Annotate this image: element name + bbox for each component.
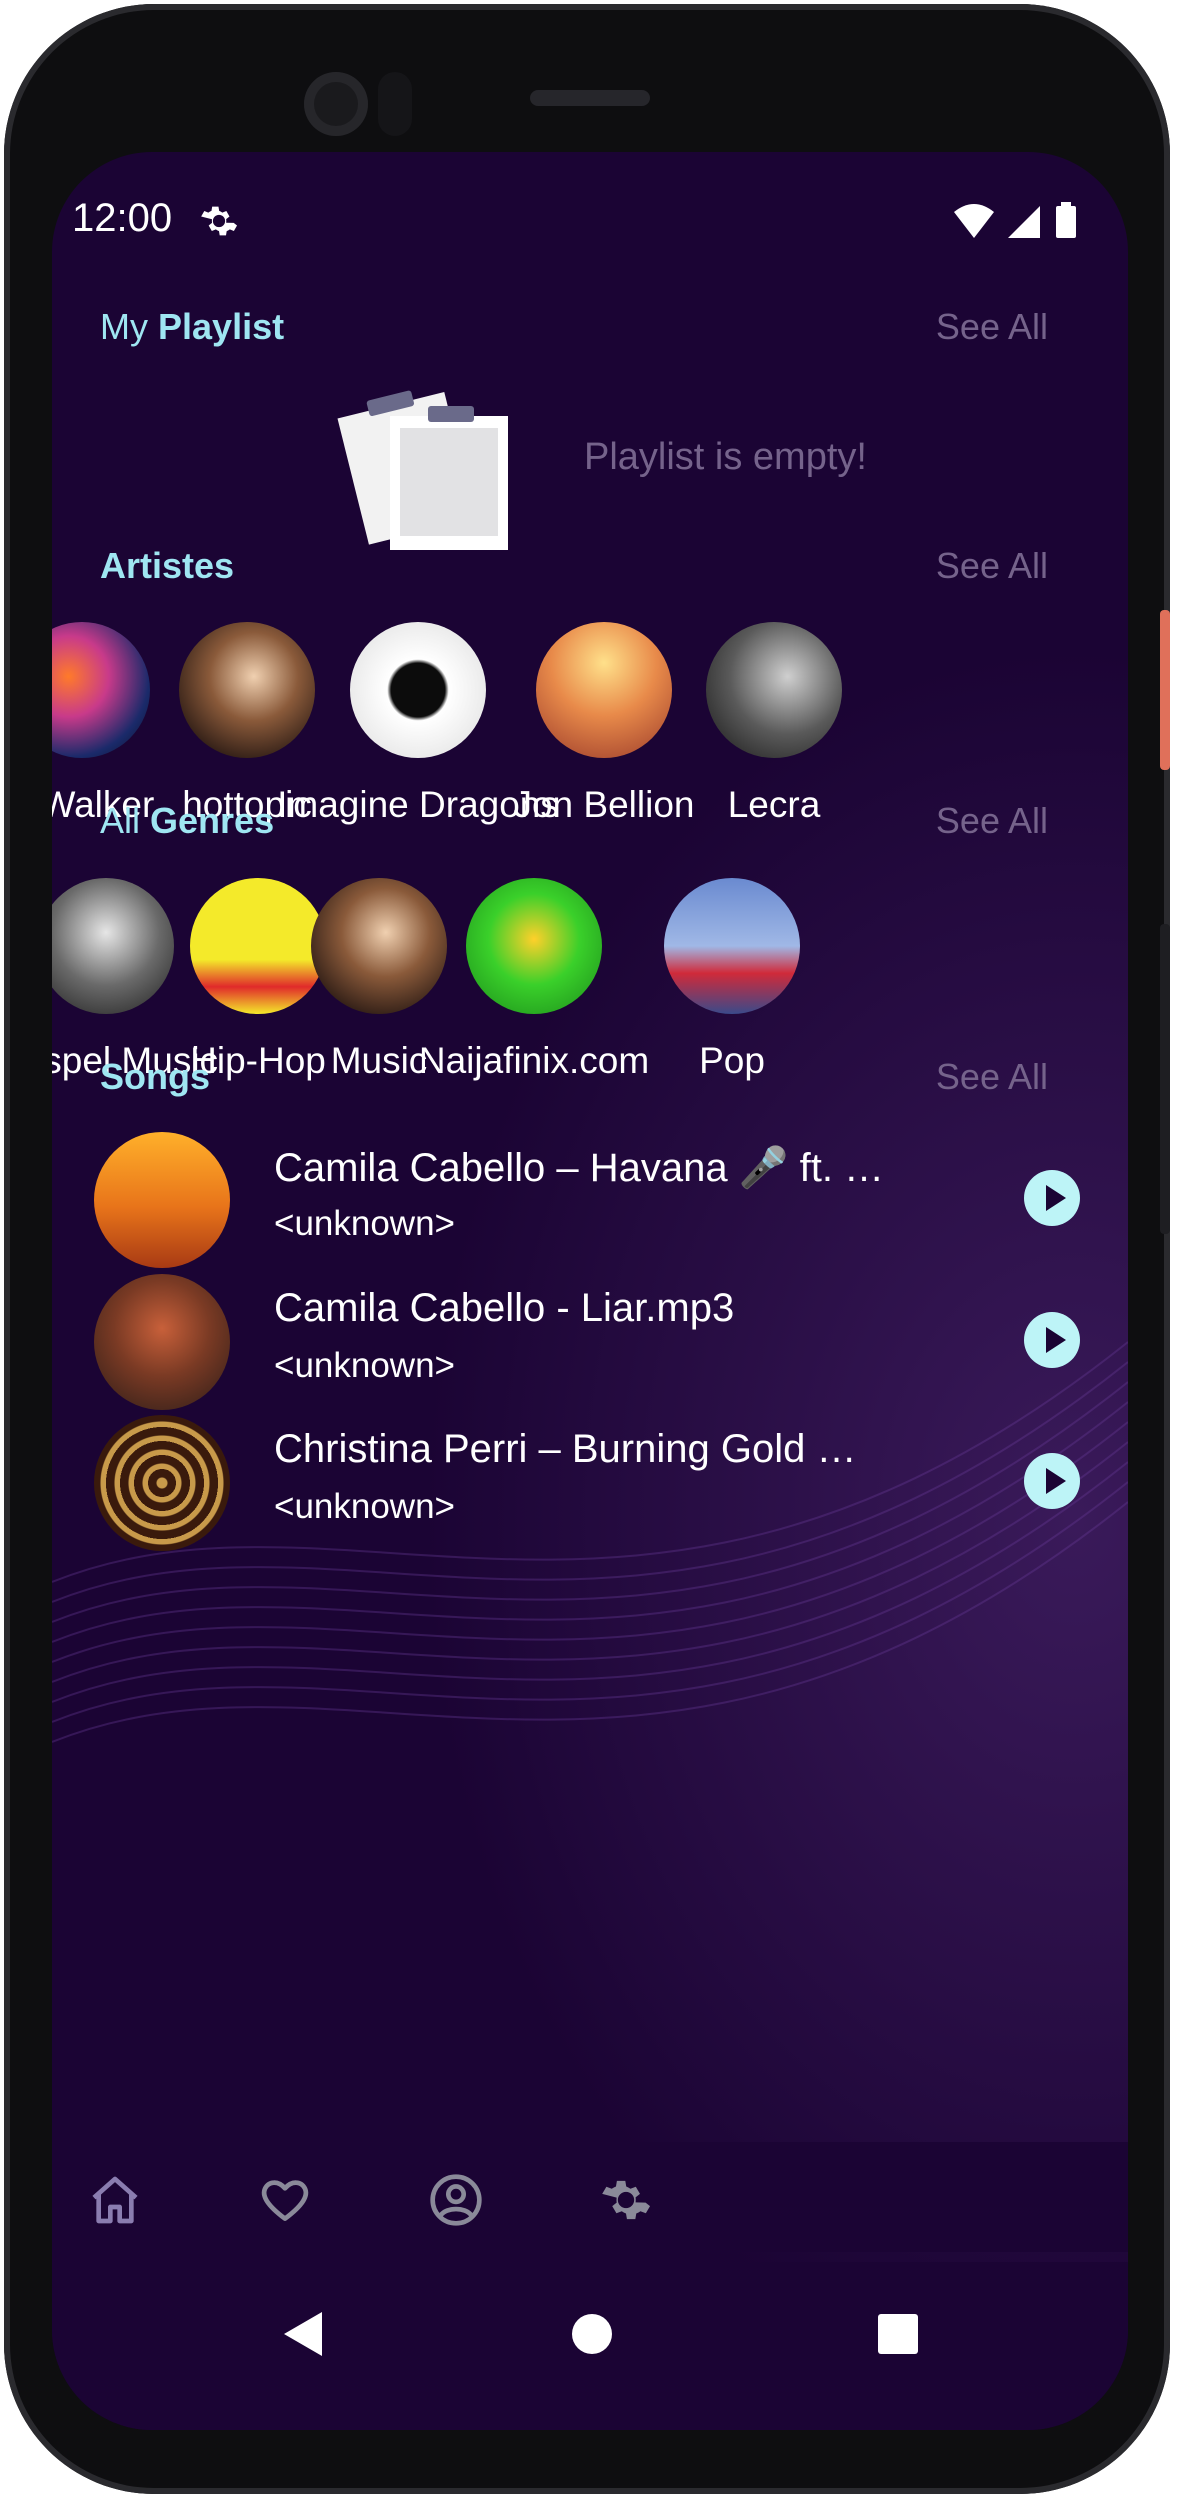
song-title: Christina Perri – Burning Gold … (274, 1427, 857, 1471)
artist-label: Lecra (727, 784, 821, 825)
song-title: Camila Cabello – Havana 🎤 ft. … (274, 1146, 885, 1190)
song-artist: <unknown> (274, 1346, 455, 1385)
app-screen: 12:00 My Playlist See All Playlist is em… (52, 152, 1128, 2430)
system-navigation-bar (52, 2262, 1128, 2430)
status-time: 12:00 (72, 196, 173, 240)
home-icon[interactable] (87, 2172, 143, 2228)
song-artwork (94, 1132, 230, 1268)
playlist-section-title: My Playlist (100, 306, 284, 348)
empty-playlist-icon (337, 390, 508, 550)
song-artwork (94, 1415, 230, 1551)
playlist-title-prefix: My (100, 306, 148, 347)
genre-label: Pop (699, 1040, 765, 1081)
volume-button (1160, 924, 1170, 1234)
settings-icon[interactable] (598, 2172, 654, 2228)
home-circle-icon[interactable] (572, 2314, 612, 2354)
power-button (1160, 610, 1170, 770)
status-settings-icon (201, 206, 238, 236)
songs-section-title: Songs (100, 1056, 211, 1097)
heart-icon[interactable] (257, 2172, 313, 2228)
genres-section-title: All Genres (100, 800, 274, 842)
playlist-empty-text: Playlist is empty! (584, 436, 867, 478)
earpiece-speaker (530, 90, 650, 106)
playlist-title-bold: Playlist (158, 306, 285, 347)
song-row[interactable]: Christina Perri – Burning Gold … <unknow… (52, 1403, 1128, 1583)
artists-section-title: Artistes (100, 545, 235, 586)
signal-icon (1008, 206, 1040, 238)
genres-see-all-link[interactable]: See All (936, 800, 1048, 842)
profile-icon[interactable] (428, 2172, 484, 2228)
genre-avatar (664, 878, 800, 1014)
back-icon[interactable] (284, 2312, 322, 2356)
wifi-icon (954, 204, 994, 238)
bottom-navigation (52, 2142, 1128, 2252)
genres-title-prefix: All (100, 800, 141, 841)
recents-icon[interactable] (878, 2314, 918, 2354)
artists-see-all-link[interactable]: See All (936, 545, 1048, 587)
front-camera (304, 72, 368, 136)
artist-avatar (706, 622, 842, 758)
songs-see-all-link[interactable]: See All (936, 1056, 1048, 1098)
proximity-sensor (378, 72, 412, 136)
phone-frame: 12:00 My Playlist See All Playlist is em… (4, 4, 1170, 2494)
playlist-see-all-link[interactable]: See All (936, 306, 1048, 348)
play-button[interactable] (1024, 1170, 1080, 1226)
song-artwork (94, 1274, 230, 1410)
song-title: Camila Cabello - Liar.mp3 (274, 1286, 735, 1330)
status-icons (954, 202, 1076, 238)
battery-icon (1056, 206, 1076, 238)
genre-item[interactable]: Pop (582, 878, 882, 1082)
play-button[interactable] (1024, 1312, 1080, 1368)
artist-item[interactable]: Lecra (624, 622, 924, 826)
song-artist: <unknown> (274, 1487, 455, 1526)
status-bar: 12:00 (52, 152, 1128, 282)
genres-title-bold: Genres (150, 800, 275, 841)
play-button[interactable] (1024, 1453, 1080, 1509)
song-artist: <unknown> (274, 1204, 455, 1243)
